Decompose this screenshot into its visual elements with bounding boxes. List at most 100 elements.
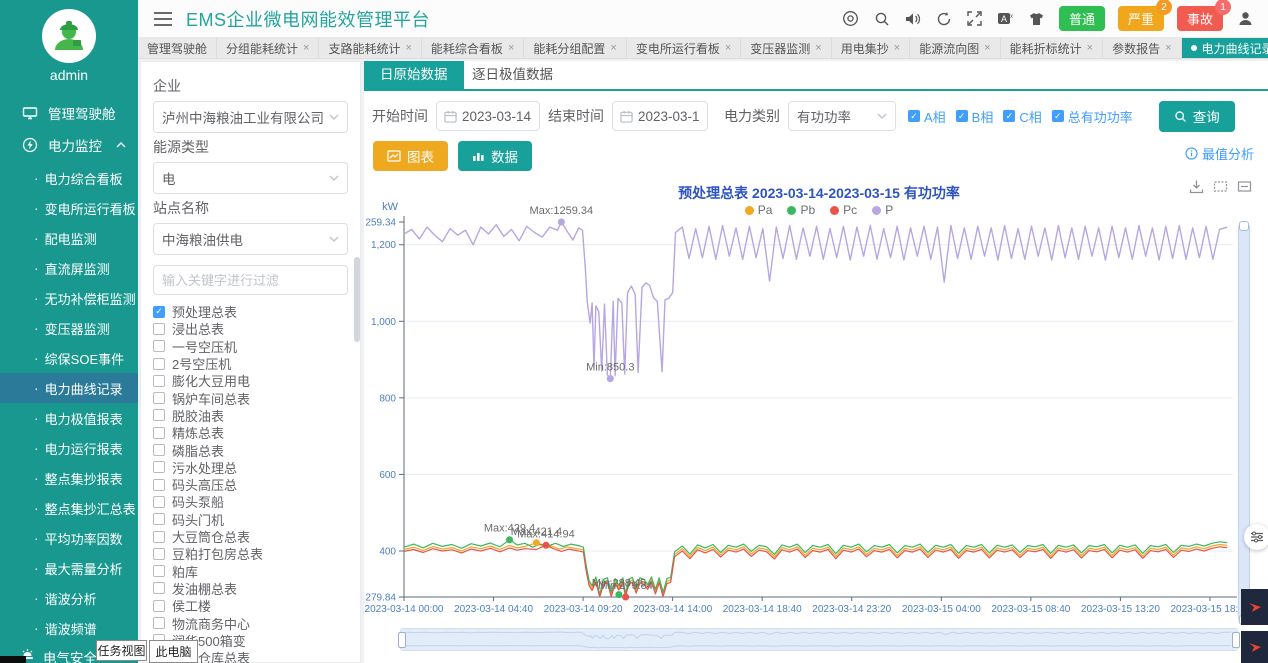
list-scrollbar[interactable]	[354, 257, 360, 342]
phase-checkbox[interactable]: ✓A相	[908, 107, 946, 126]
meter-checkbox-item[interactable]: 精炼总表	[153, 424, 348, 441]
meter-checkbox-item[interactable]: 锅炉车间总表	[153, 389, 348, 406]
tab-close-icon[interactable]: ×	[610, 42, 616, 54]
datazoom-left-handle[interactable]	[398, 632, 406, 648]
meter-checkbox-item[interactable]: 侯工楼	[153, 597, 348, 614]
page-tab[interactable]: 支路能耗统计×	[319, 38, 421, 58]
checkbox-icon[interactable]: ✓	[153, 306, 165, 318]
energy-type-select[interactable]: 电	[153, 162, 348, 194]
notification-tile[interactable]	[1241, 631, 1268, 663]
datazoom-right-handle[interactable]	[1232, 632, 1240, 648]
checkbox-icon[interactable]	[153, 479, 165, 491]
checkbox-icon[interactable]: ✓	[956, 110, 968, 122]
download-image-icon[interactable]	[1189, 179, 1204, 194]
fullscreen-icon[interactable]	[966, 10, 984, 28]
checkbox-icon[interactable]	[153, 600, 165, 612]
meter-checkbox-item[interactable]: 2号空压机	[153, 355, 348, 372]
sidebar-subitem[interactable]: ·最大需量分析	[0, 553, 138, 583]
alarm-badge-severe[interactable]: 严重2	[1118, 6, 1164, 31]
meter-checkbox-item[interactable]: 物流商务中心	[153, 614, 348, 631]
sidebar-subitem[interactable]: ·直流屏监测	[0, 253, 138, 283]
user-icon[interactable]	[1236, 10, 1254, 28]
legend-item[interactable]: Pc	[830, 203, 857, 217]
alarm-badge-normal[interactable]: 普通	[1059, 6, 1105, 31]
sidebar-subitem[interactable]: ·变压器监测	[0, 313, 138, 343]
data-view-button[interactable]: 数据	[458, 141, 532, 171]
meter-checkbox-item[interactable]: 发油棚总表	[153, 580, 348, 597]
checkbox-icon[interactable]: ✓	[1003, 110, 1015, 122]
notification-tile[interactable]	[1241, 589, 1268, 625]
translate-icon[interactable]: Ax	[997, 10, 1015, 28]
meter-checkbox-item[interactable]: 码头泵船	[153, 493, 348, 510]
checkbox-icon[interactable]	[153, 565, 165, 577]
meter-filter-input[interactable]	[153, 265, 348, 295]
checkbox-icon[interactable]	[153, 409, 165, 421]
start-date-input[interactable]: 2023-03-14	[436, 101, 540, 131]
avatar[interactable]	[42, 9, 96, 63]
power-type-select[interactable]: 有功功率	[788, 101, 896, 131]
checkbox-icon[interactable]: ✓	[908, 110, 920, 122]
tab-close-icon[interactable]: ×	[894, 42, 900, 54]
checkbox-icon[interactable]	[153, 582, 165, 594]
tab-close-icon[interactable]: ×	[405, 42, 411, 54]
phase-checkbox[interactable]: ✓C相	[1003, 107, 1041, 126]
phase-checkbox[interactable]: ✓总有功功率	[1052, 107, 1133, 126]
sidebar-subitem[interactable]: ·整点集抄汇总表	[0, 493, 138, 523]
page-tab[interactable]: 参数报告×	[1103, 38, 1181, 58]
checkbox-icon[interactable]	[153, 375, 165, 387]
tab-close-icon[interactable]: ×	[1165, 42, 1171, 54]
page-tab[interactable]: 能耗分组配置×	[524, 38, 626, 58]
sidebar-subitem[interactable]: ·谐波分析	[0, 583, 138, 613]
sidebar-subitem[interactable]: ·配电监测	[0, 223, 138, 253]
tab-close-icon[interactable]: ×	[508, 42, 514, 54]
sidebar-subitem[interactable]: ·变电所运行看板	[0, 193, 138, 223]
sidebar-item-management-cockpit[interactable]: 管理驾驶舱	[0, 97, 138, 129]
tab-close-icon[interactable]: ×	[303, 42, 309, 54]
sidebar-subitem[interactable]: ·谐波频谱	[0, 613, 138, 643]
datazoom-slider[interactable]	[400, 628, 1238, 651]
checkbox-icon[interactable]	[153, 340, 165, 352]
legend-item[interactable]: Pb	[787, 203, 815, 217]
sidebar-subitem[interactable]: ·整点集抄报表	[0, 463, 138, 493]
meter-checkbox-item[interactable]: 脱胶油表	[153, 407, 348, 424]
tab-close-icon[interactable]: ×	[815, 42, 821, 54]
checkbox-icon[interactable]	[153, 392, 165, 404]
page-tab[interactable]: 能耗综合看板×	[422, 38, 524, 58]
meter-checkbox-item[interactable]: 粕库	[153, 562, 348, 579]
page-tab[interactable]: 能耗折标统计×	[1001, 38, 1103, 58]
meter-checkbox-item[interactable]: ✓预处理总表	[153, 303, 348, 320]
checkbox-icon[interactable]	[153, 323, 165, 335]
chart-view-button[interactable]: 图表	[373, 141, 448, 171]
alarm-badge-accident[interactable]: 事故1	[1177, 6, 1223, 31]
checkbox-icon[interactable]	[153, 617, 165, 629]
sidebar-subitem[interactable]: ·电力极值报表	[0, 403, 138, 433]
tab-daily-raw-data[interactable]: 日原始数据	[364, 61, 464, 89]
sidebar-subitem[interactable]: ·电力运行报表	[0, 433, 138, 463]
station-name-select[interactable]: 中海粮油供电	[153, 223, 348, 255]
extreme-analysis-link[interactable]: 最值分析	[1185, 144, 1254, 163]
legend-item[interactable]: Pa	[745, 203, 773, 217]
data-zoom-icon[interactable]	[1213, 179, 1228, 194]
meter-checkbox-item[interactable]: 磷脂总表	[153, 441, 348, 458]
checkbox-icon[interactable]: ✓	[1052, 110, 1064, 122]
meter-checkbox-item[interactable]: 一号空压机	[153, 338, 348, 355]
meter-checkbox-item[interactable]: 浸出总表	[153, 320, 348, 337]
page-tab[interactable]: 变压器监测×	[741, 38, 831, 58]
checkbox-icon[interactable]	[153, 531, 165, 543]
chart-filter-button[interactable]	[1244, 524, 1268, 550]
meter-checkbox-item[interactable]: 码头高压总	[153, 476, 348, 493]
sidebar-subitem[interactable]: ·综保SOE事件	[0, 343, 138, 373]
checkbox-icon[interactable]	[153, 461, 165, 473]
tab-daily-extreme-data[interactable]: 逐日极值数据	[456, 61, 569, 89]
restore-icon[interactable]	[1237, 179, 1252, 194]
page-tab[interactable]: 用电集抄×	[832, 38, 910, 58]
page-tab[interactable]: 电力曲线记录×	[1182, 38, 1268, 58]
page-tab[interactable]: 分组能耗统计×	[217, 38, 319, 58]
legend-item[interactable]: P	[872, 203, 893, 217]
refresh-icon[interactable]	[935, 10, 953, 28]
sidebar-item-power-monitoring[interactable]: 电力监控	[0, 129, 138, 161]
meter-checkbox-item[interactable]: 污水处理总	[153, 459, 348, 476]
search-icon[interactable]	[873, 10, 891, 28]
sidebar-subitem[interactable]: ·无功补偿柜监测	[0, 283, 138, 313]
end-date-input[interactable]: 2023-03-1	[612, 101, 708, 131]
